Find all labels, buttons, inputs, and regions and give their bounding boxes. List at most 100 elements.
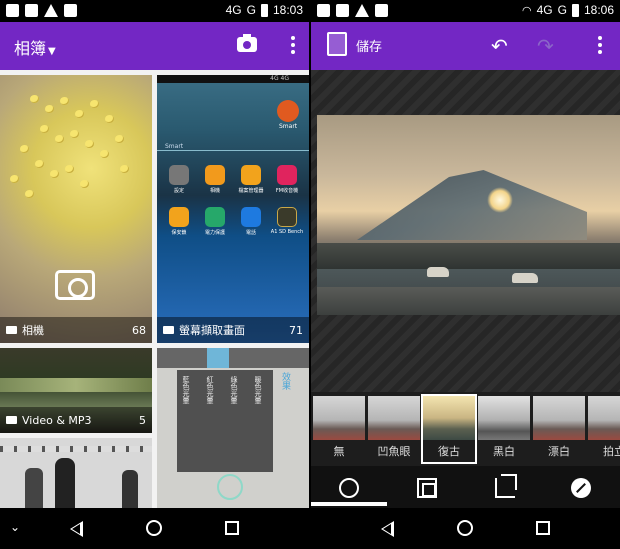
filter-vintage[interactable]: 復古 — [421, 394, 477, 464]
home-icon[interactable] — [457, 520, 473, 536]
app-label: 相機 — [209, 188, 220, 194]
smart-widget-label: Smart — [279, 123, 298, 130]
nav-bar — [311, 508, 620, 549]
lock-app-icon — [169, 207, 189, 227]
fm-radio-app-icon — [277, 165, 297, 185]
active-tool-indicator — [311, 502, 387, 506]
folder-icon — [163, 326, 174, 334]
image-notification-icon — [6, 4, 19, 17]
app-label: 設定 — [173, 188, 184, 194]
figure-silhouette — [25, 468, 43, 508]
filter-thumbnail — [313, 396, 365, 440]
album-name: 螢幕擷取畫面 — [179, 324, 245, 337]
status-bar: ◠ 4G G 18:06 — [311, 0, 620, 22]
camera-overlay-icon — [55, 270, 95, 300]
gallery-notification-icon — [25, 4, 38, 17]
filter-label: 黑白 — [493, 445, 515, 458]
filter-label: 漂白 — [548, 445, 570, 458]
filter-thumbnail — [423, 396, 475, 440]
wifi-icon: ◠ — [522, 4, 532, 17]
overflow-menu-icon[interactable] — [598, 36, 602, 54]
settings-app-icon — [169, 165, 189, 185]
signal-label: G — [557, 3, 567, 17]
album-count: 68 — [132, 323, 146, 337]
album-count: 71 — [289, 323, 303, 337]
recent-apps-icon[interactable] — [225, 521, 239, 535]
figure-silhouette — [55, 458, 75, 508]
app-label: 保安鎖 — [171, 230, 187, 236]
app-title: 相簿 — [14, 39, 47, 58]
figure-silhouette — [122, 470, 138, 508]
warning-icon — [355, 4, 369, 17]
app-label: 電力保護 — [204, 230, 225, 236]
filter-thumbnail — [478, 396, 530, 440]
edited-photo — [317, 115, 620, 315]
filter-label: 拍立 — [603, 445, 620, 458]
filter-thumbnail — [368, 396, 420, 440]
filter-none[interactable]: 無 — [313, 396, 365, 462]
hide-keyboard-icon[interactable]: ⌄ — [10, 520, 20, 534]
album-caption: 螢幕擷取畫面 71 — [157, 317, 309, 343]
album-tile-effects[interactable]: 藍色光暈 紅色光暈 綠色光暈 暖色光暈 效果 — [157, 348, 309, 508]
filter-label: 凹魚眼 — [377, 445, 411, 458]
gallery-notification-icon — [336, 4, 349, 17]
mini-status-bar: 4G 4G — [157, 75, 309, 83]
filter-instant[interactable]: 拍立 — [588, 396, 620, 462]
undo-icon[interactable]: ↶ — [491, 34, 508, 58]
exposure-tool-icon[interactable] — [571, 478, 591, 498]
home-icon[interactable] — [146, 520, 162, 536]
app-label: 電話 — [245, 230, 256, 236]
album-dropdown[interactable]: 相簿 ▼ — [14, 35, 56, 59]
signal-label: G — [246, 3, 256, 17]
app-bar: 相簿 ▼ — [0, 22, 309, 70]
back-icon[interactable] — [381, 521, 394, 537]
filter-bleach[interactable]: 漂白 — [533, 396, 585, 462]
filter-bw[interactable]: 黑白 — [478, 396, 530, 462]
crop-tool-icon[interactable] — [495, 474, 517, 498]
camera-icon[interactable] — [237, 34, 257, 52]
clock: 18:06 — [583, 3, 614, 17]
file-manager-app-icon — [241, 165, 261, 185]
folder-icon — [6, 416, 17, 424]
filter-fisheye[interactable]: 凹魚眼 — [368, 396, 420, 462]
album-tile-image[interactable] — [0, 438, 152, 508]
battery-icon — [571, 3, 579, 17]
mini-toolbar — [157, 348, 309, 368]
album-name: Video & MP3 — [22, 413, 92, 427]
filter-strip: 無 凹魚眼 復古 黑白 漂白 拍立 — [311, 392, 620, 466]
rotate-icon — [217, 474, 243, 500]
nav-bar: ⌄ — [0, 508, 309, 549]
redo-icon[interactable]: ↷ — [537, 34, 554, 58]
album-tile-camera[interactable]: 相機 68 — [0, 75, 152, 343]
camera-app-icon — [205, 165, 225, 185]
effects-panel: 藍色光暈 紅色光暈 綠色光暈 暖色光暈 — [177, 370, 273, 472]
camera-small-icon — [6, 326, 17, 334]
album-caption: Video & MP3 5 — [0, 407, 152, 433]
clipboard-check-icon — [375, 4, 388, 17]
road — [317, 287, 620, 315]
building-roof — [357, 170, 587, 240]
app-label: A1 SD Bench — [270, 229, 304, 235]
album-tile-screenshots[interactable]: 4G 4G Smart Smart 設定 相機 檔案管理器 FM收音機 保安鎖 … — [157, 75, 309, 343]
filter-label: 復古 — [438, 445, 460, 458]
car — [427, 267, 449, 277]
album-caption: 相機 68 — [0, 317, 152, 343]
sun-glow — [487, 187, 513, 213]
effects-header: 效果 — [280, 372, 290, 390]
filter-thumbnail — [533, 396, 585, 440]
benchmark-app-icon — [277, 207, 297, 227]
album-name: 相機 — [22, 324, 44, 337]
car — [512, 273, 538, 283]
battery-icon — [260, 3, 268, 17]
overflow-menu-icon[interactable] — [291, 36, 295, 54]
frame-tool-icon[interactable] — [417, 478, 437, 498]
filter-thumbnail — [588, 396, 620, 440]
album-tile-video[interactable]: Video & MP3 5 — [0, 348, 152, 433]
smart-folder-label: Smart — [165, 143, 184, 150]
back-icon[interactable] — [70, 521, 83, 537]
gallery-screen: 4G G 18:03 相簿 ▼ 相機 68 4G 4G Smart Smart … — [0, 0, 309, 549]
smart-widget-icon — [277, 100, 299, 122]
filters-tool-icon[interactable] — [339, 478, 359, 498]
status-bar: 4G G 18:03 — [0, 0, 309, 22]
recent-apps-icon[interactable] — [536, 521, 550, 535]
